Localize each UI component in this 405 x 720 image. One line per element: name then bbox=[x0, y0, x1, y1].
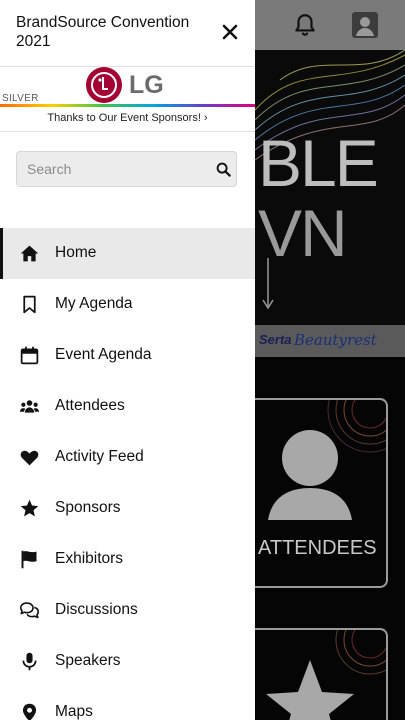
chat-icon bbox=[19, 602, 40, 619]
sponsor-tier-label: SILVER bbox=[2, 93, 39, 104]
down-arrow-icon bbox=[262, 258, 274, 310]
menu-item-label: My Agenda bbox=[55, 295, 133, 312]
menu-item-activity-feed[interactable]: Activity Feed bbox=[0, 432, 255, 483]
menu-item-label: Event Agenda bbox=[55, 346, 152, 363]
banner-color-stripe bbox=[0, 104, 255, 107]
notification-bell-icon[interactable] bbox=[292, 12, 318, 38]
menu-item-attendees[interactable]: Attendees bbox=[0, 381, 255, 432]
profile-avatar[interactable] bbox=[352, 12, 378, 38]
user-icon bbox=[356, 17, 374, 36]
menu-item-exhibitors[interactable]: Exhibitors bbox=[0, 534, 255, 585]
microphone-icon bbox=[22, 652, 37, 671]
heart-icon bbox=[20, 450, 39, 466]
menu-item-label: Sponsors bbox=[55, 499, 121, 516]
attendees-tile-label: ATTENDEES bbox=[258, 537, 377, 559]
search-box bbox=[16, 151, 237, 187]
sponsors-tile[interactable] bbox=[248, 628, 388, 720]
person-icon bbox=[268, 430, 352, 520]
hero-headline-line-2: VN bbox=[258, 196, 348, 270]
menu-item-label: Home bbox=[55, 244, 97, 261]
close-icon[interactable] bbox=[220, 22, 240, 42]
menu-item-label: Discussions bbox=[55, 601, 138, 618]
map-pin-icon bbox=[22, 703, 37, 720]
drawer-menu: Home My Agenda Event Agenda Attendees Ac… bbox=[0, 228, 255, 720]
event-title: BrandSource Convention 2021 bbox=[16, 14, 190, 50]
menu-item-label: Attendees bbox=[55, 397, 125, 414]
navigation-drawer: BrandSource Convention 2021 SILVER LG Th… bbox=[0, 0, 255, 720]
menu-item-speakers[interactable]: Speakers bbox=[0, 636, 255, 687]
menu-item-label: Maps bbox=[55, 703, 93, 720]
menu-item-my-agenda[interactable]: My Agenda bbox=[0, 279, 255, 330]
people-icon bbox=[19, 400, 40, 413]
menu-item-sponsors[interactable]: Sponsors bbox=[0, 483, 255, 534]
menu-item-home[interactable]: Home bbox=[0, 228, 255, 279]
calendar-icon bbox=[20, 346, 39, 365]
flag-icon bbox=[21, 550, 37, 569]
menu-item-label: Activity Feed bbox=[55, 448, 144, 465]
search-icon[interactable] bbox=[216, 162, 231, 177]
menu-item-discussions[interactable]: Discussions bbox=[0, 585, 255, 636]
hero-headline-line-1: BLE bbox=[258, 126, 379, 200]
beautyrest-logo: Beautyrest bbox=[294, 331, 377, 349]
menu-item-label: Speakers bbox=[55, 652, 121, 669]
menu-item-label: Exhibitors bbox=[55, 550, 124, 567]
bookmark-icon bbox=[23, 295, 36, 314]
menu-item-maps[interactable]: Maps bbox=[0, 687, 255, 720]
sponsor-banner[interactable]: SILVER LG Thanks to Our Event Sponsors! … bbox=[0, 66, 255, 132]
serta-logo: Serta bbox=[259, 332, 292, 347]
sponsor-name: LG bbox=[129, 71, 164, 99]
star-icon bbox=[20, 499, 39, 517]
lg-logo-icon bbox=[86, 67, 122, 103]
sponsor-thanks-link[interactable]: Thanks to Our Event Sponsors! › bbox=[0, 112, 255, 124]
star-icon bbox=[266, 660, 354, 720]
search-input[interactable] bbox=[27, 152, 207, 186]
home-icon bbox=[20, 245, 39, 262]
menu-item-event-agenda[interactable]: Event Agenda bbox=[0, 330, 255, 381]
drawer-header: BrandSource Convention 2021 bbox=[0, 0, 255, 64]
